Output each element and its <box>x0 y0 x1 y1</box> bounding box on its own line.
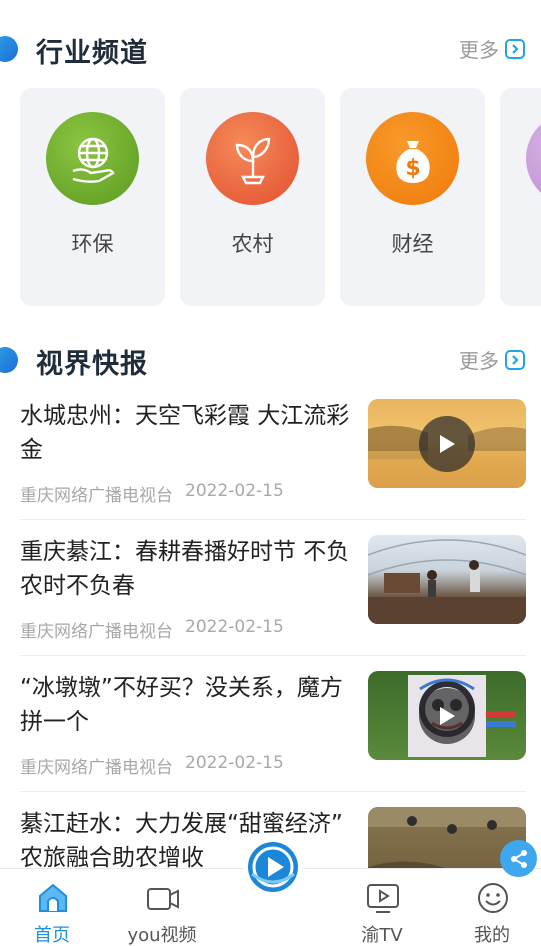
tab-label: you视频 <box>127 925 197 946</box>
more-label: 更多 <box>459 349 499 373</box>
channel-card-partial[interactable] <box>500 88 541 306</box>
news-source: 重庆网络广播电视台 <box>20 486 173 506</box>
section-title: 视界快报 <box>36 349 148 380</box>
news-meta: 重庆网络广播电视台 2022-02-15 <box>20 617 284 642</box>
tab-yu-tv[interactable]: 渝TV <box>332 869 432 946</box>
news-title: 水城忠州：天空飞彩霞 大江流彩金 <box>20 403 350 463</box>
channels-more-link[interactable]: 更多 <box>459 34 525 63</box>
tv-play-icon <box>367 884 399 913</box>
globe-hand-icon <box>46 112 139 205</box>
news-thumbnail[interactable] <box>368 399 526 488</box>
video-camera-icon <box>147 888 179 910</box>
tab-label: 我的 <box>474 925 510 946</box>
news-section-header: 视界快报 更多 <box>0 335 541 385</box>
tab-home[interactable]: 首页 <box>2 869 102 946</box>
news-date: 2022-02-15 <box>185 617 284 637</box>
play-icon[interactable] <box>419 688 475 744</box>
sprout-icon <box>206 112 299 205</box>
section-marker <box>0 347 18 373</box>
divider <box>20 791 526 792</box>
chevron-right-icon <box>505 349 525 370</box>
divider <box>20 655 526 656</box>
tab-mine[interactable]: 我的 <box>442 869 541 946</box>
home-icon <box>39 883 67 912</box>
news-source: 重庆网络广播电视台 <box>20 758 173 778</box>
channel-label: 农村 <box>231 232 274 256</box>
section-marker <box>0 36 18 62</box>
news-source: 重庆网络广播电视台 <box>20 622 173 642</box>
news-title: 重庆綦江：春耕春播好时节 不负农时不负春 <box>20 539 350 599</box>
channel-card-finance[interactable]: $ 财经 <box>340 88 485 306</box>
smiley-icon <box>478 883 508 913</box>
chevron-right-icon <box>505 38 525 59</box>
channels-section-header: 行业频道 更多 <box>0 24 541 74</box>
tab-label: 渝TV <box>361 925 403 946</box>
tab-you-video[interactable]: you视频 <box>112 869 212 946</box>
partial-channel-icon <box>526 112 541 205</box>
channel-card-rural[interactable]: 农村 <box>180 88 325 306</box>
share-button[interactable] <box>500 840 537 877</box>
section-title: 行业频道 <box>36 38 148 69</box>
play-logo-icon <box>248 842 298 892</box>
divider <box>20 519 526 520</box>
tab-label: 首页 <box>34 925 70 946</box>
play-icon[interactable] <box>419 416 475 472</box>
channel-card-environment[interactable]: 环保 <box>20 88 165 306</box>
news-thumbnail[interactable] <box>368 671 526 760</box>
news-meta: 重庆网络广播电视台 2022-02-15 <box>20 753 284 778</box>
news-title: “冰墩墩”不好买？没关系，魔方拼一个 <box>20 675 343 735</box>
center-play-button[interactable] <box>244 838 302 896</box>
more-label: 更多 <box>459 38 499 62</box>
news-date: 2022-02-15 <box>185 753 284 773</box>
channel-label: 环保 <box>71 232 114 256</box>
news-more-link[interactable]: 更多 <box>459 345 525 374</box>
share-icon <box>510 849 527 868</box>
news-item[interactable]: “冰墩墩”不好买？没关系，魔方拼一个 重庆网络广播电视台 2022-02-15 <box>20 671 526 807</box>
news-thumbnail[interactable] <box>368 535 526 624</box>
news-item[interactable]: 水城忠州：天空飞彩霞 大江流彩金 重庆网络广播电视台 2022-02-15 <box>20 399 526 535</box>
money-bag-icon: $ <box>366 112 459 205</box>
channel-label: 财经 <box>391 232 434 256</box>
news-date: 2022-02-15 <box>185 481 284 501</box>
news-item[interactable]: 重庆綦江：春耕春播好时节 不负农时不负春 重庆网络广播电视台 2022-02-1… <box>20 535 526 671</box>
channel-carousel[interactable]: 环保 农村 $ 财经 <box>0 88 541 308</box>
svg-text:$: $ <box>405 156 420 181</box>
news-meta: 重庆网络广播电视台 2022-02-15 <box>20 481 284 506</box>
